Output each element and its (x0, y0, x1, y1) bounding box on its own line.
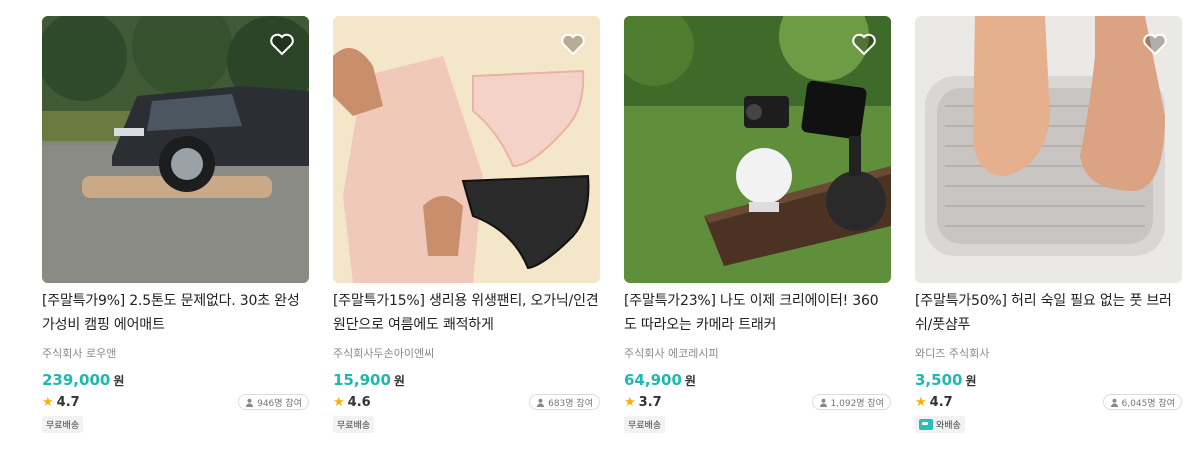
product-image[interactable] (42, 16, 309, 283)
seller-name: 주식회사두손아이엔씨 (333, 347, 435, 360)
rating: ★ 4.7 (915, 395, 953, 410)
tag-list: 무료배송 (333, 416, 600, 433)
participants-count: 946명 참여 (257, 398, 302, 409)
meta-row: ★ 4.7 6,045명 참여 (915, 394, 1182, 410)
participants-count: 1,092명 참여 (830, 398, 884, 409)
participants-count: 683명 참여 (548, 398, 593, 409)
product-title[interactable]: [주말특가15%] 생리용 위생팬티, 오가닉/인견원단으로 여름에도 쾌적하게 (333, 289, 600, 337)
shipping-tag: 무료배송 (333, 416, 375, 433)
product-card[interactable]: [주말특가9%] 2.5톤도 문제없다. 30초 완성 가성비 캠핑 에어매트 … (42, 16, 309, 433)
currency-label: 원 (684, 374, 696, 388)
car-on-air-mattress-image (42, 16, 309, 283)
shipping-tag-label: 와배송 (936, 421, 961, 431)
rating: ★ 4.7 (42, 395, 80, 410)
camera-tracker-image (624, 16, 891, 283)
rating: ★ 4.6 (333, 395, 371, 410)
product-card[interactable]: [주말특가50%] 허리 숙일 필요 없는 풋 브러쉬/풋샴푸 와디즈 주식회사… (915, 16, 1182, 433)
person-icon (819, 398, 827, 407)
shipping-tag: 와배송 (915, 416, 965, 433)
star-icon: ★ (915, 394, 927, 410)
price-value: 64,900 (624, 371, 682, 389)
star-icon: ★ (333, 394, 345, 410)
participants-badge: 946명 참여 (238, 394, 309, 410)
tag-list: 와배송 (915, 416, 1182, 433)
underwear-image (333, 16, 600, 283)
product-grid: [주말특가9%] 2.5톤도 문제없다. 30초 완성 가성비 캠핑 에어매트 … (42, 16, 1182, 433)
delivery-truck-icon (919, 419, 933, 430)
participants-badge: 6,045명 참여 (1102, 394, 1182, 410)
person-icon (246, 398, 254, 407)
price-row: 64,900 원 (624, 371, 891, 389)
tag-list: 무료배송 (624, 416, 891, 433)
participants-badge: 1,092명 참여 (811, 394, 891, 410)
meta-row: ★ 4.6 683명 참여 (333, 394, 600, 410)
wishlist-heart-icon[interactable] (1142, 32, 1168, 56)
star-icon: ★ (42, 394, 54, 410)
person-icon (1110, 398, 1118, 407)
price-row: 15,900 원 (333, 371, 600, 389)
seller-name: 주식회사 로우앤 (42, 347, 117, 360)
person-icon (537, 398, 545, 407)
rating-value: 3.7 (638, 394, 662, 410)
product-card[interactable]: [주말특가23%] 나도 이제 크리에이터! 360도 따라오는 카메라 트래커… (624, 16, 891, 433)
wishlist-heart-icon[interactable] (269, 32, 295, 56)
product-image[interactable] (915, 16, 1182, 283)
currency-label: 원 (393, 374, 405, 388)
product-image[interactable] (333, 16, 600, 283)
product-card[interactable]: [주말특가15%] 생리용 위생팬티, 오가닉/인견원단으로 여름에도 쾌적하게… (333, 16, 600, 433)
product-image[interactable] (624, 16, 891, 283)
product-title[interactable]: [주말특가50%] 허리 숙일 필요 없는 풋 브러쉬/풋샴푸 (915, 289, 1182, 337)
product-title[interactable]: [주말특가9%] 2.5톤도 문제없다. 30초 완성 가성비 캠핑 에어매트 (42, 289, 309, 337)
product-title[interactable]: [주말특가23%] 나도 이제 크리에이터! 360도 따라오는 카메라 트래커 (624, 289, 891, 337)
price-value: 3,500 (915, 371, 963, 389)
price-value: 15,900 (333, 371, 391, 389)
price-row: 239,000 원 (42, 371, 309, 389)
price-row: 3,500 원 (915, 371, 1182, 389)
participants-badge: 683명 참여 (529, 394, 600, 410)
rating-value: 4.6 (347, 394, 371, 410)
price-value: 239,000 (42, 371, 111, 389)
seller-name: 주식회사 에코레시피 (624, 347, 719, 360)
rating-value: 4.7 (56, 394, 80, 410)
rating: ★ 3.7 (624, 395, 662, 410)
wishlist-heart-icon[interactable] (560, 32, 586, 56)
participants-count: 6,045명 참여 (1121, 398, 1175, 409)
rating-value: 4.7 (929, 394, 953, 410)
seller-name: 와디즈 주식회사 (915, 347, 990, 360)
meta-row: ★ 4.7 946명 참여 (42, 394, 309, 410)
meta-row: ★ 3.7 1,092명 참여 (624, 394, 891, 410)
wishlist-heart-icon[interactable] (851, 32, 877, 56)
shipping-tag: 무료배송 (42, 416, 84, 433)
currency-label: 원 (965, 374, 977, 388)
currency-label: 원 (113, 374, 125, 388)
shipping-tag: 무료배송 (624, 416, 666, 433)
tag-list: 무료배송 (42, 416, 309, 433)
foot-brush-image (915, 16, 1182, 283)
star-icon: ★ (624, 394, 636, 410)
